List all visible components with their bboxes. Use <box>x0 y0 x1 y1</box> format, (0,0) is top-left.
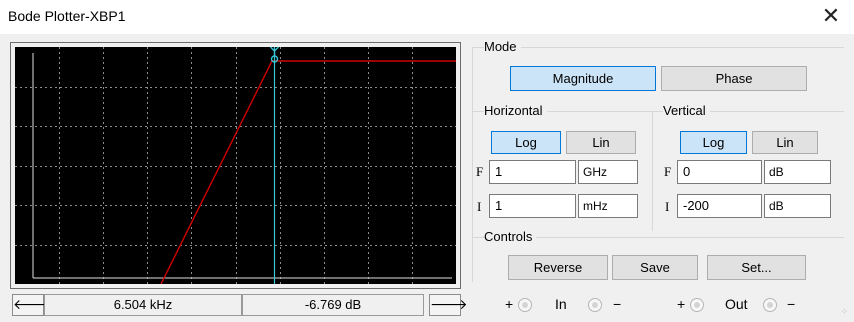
vertical-initial-unit[interactable]: dB <box>764 194 831 218</box>
horizontal-initial-unit[interactable]: mHz <box>578 194 638 218</box>
horizontal-group-divider <box>652 111 653 231</box>
save-button[interactable]: Save <box>612 255 698 280</box>
horizontal-final-label: F <box>476 164 484 179</box>
horizontal-final-input[interactable]: 1 <box>489 160 576 184</box>
vertical-initial-label: I <box>665 199 670 214</box>
title-bar: Bode Plotter-XBP1 ✕ <box>0 0 854 34</box>
reverse-button[interactable]: Reverse <box>508 255 608 280</box>
cursor-left-button[interactable]: 🡐 <box>12 294 51 316</box>
controls-group-label: Controls <box>484 229 537 244</box>
cursor-right-button[interactable]: 🡒 <box>429 294 468 316</box>
window-title: Bode Plotter-XBP1 <box>8 8 126 24</box>
out-minus-label: − <box>787 296 796 312</box>
horizontal-lin-button[interactable]: Lin <box>566 131 636 154</box>
in-minus-terminal[interactable] <box>588 298 602 312</box>
mode-group-border <box>472 47 844 48</box>
horizontal-initial-input[interactable]: 1 <box>489 194 576 218</box>
in-plus-terminal[interactable] <box>518 298 532 312</box>
close-icon[interactable]: ✕ <box>818 4 844 30</box>
horizontal-final-unit[interactable]: GHz <box>578 160 638 184</box>
vertical-log-button[interactable]: Log <box>680 131 747 154</box>
set-button[interactable]: Set... <box>707 255 806 280</box>
magnitude-button[interactable]: Magnitude <box>510 66 656 91</box>
vertical-final-input[interactable]: 0 <box>677 160 762 184</box>
vertical-initial-input[interactable]: -200 <box>677 194 762 218</box>
readout-bar: 🡐 6.504 kHz -6.769 dB 🡒 <box>12 294 468 316</box>
horizontal-initial-label: I <box>477 199 482 214</box>
vertical-group-label: Vertical <box>663 103 710 118</box>
right-arrow-icon: 🡒 <box>430 296 468 312</box>
vertical-lin-button[interactable]: Lin <box>752 131 818 154</box>
out-plus-terminal[interactable] <box>690 298 704 312</box>
in-minus-label: − <box>613 296 622 312</box>
resize-grip-icon[interactable]: ⁘ <box>841 308 851 319</box>
horizontal-group-label: Horizontal <box>484 103 547 118</box>
vertical-final-unit[interactable]: dB <box>764 160 831 184</box>
vertical-final-label: F <box>664 164 672 179</box>
phase-button[interactable]: Phase <box>661 66 807 91</box>
magnitude-trace <box>160 60 456 284</box>
out-label: Out <box>725 296 748 312</box>
out-plus-label: + <box>677 296 686 312</box>
in-plus-label: + <box>505 296 514 312</box>
frequency-readout: 6.504 kHz <box>44 294 242 316</box>
horizontal-log-button[interactable]: Log <box>491 131 561 154</box>
plot-frame <box>10 42 461 289</box>
bode-plot-area[interactable] <box>15 47 456 284</box>
plot-grid <box>15 47 456 284</box>
right-panel-border <box>472 47 473 282</box>
out-minus-terminal[interactable] <box>763 298 777 312</box>
in-label: In <box>555 296 567 312</box>
plot-axes <box>32 53 452 279</box>
bode-plot-svg[interactable] <box>15 47 456 284</box>
mode-group-label: Mode <box>484 39 521 54</box>
magnitude-readout: -6.769 dB <box>242 294 424 316</box>
